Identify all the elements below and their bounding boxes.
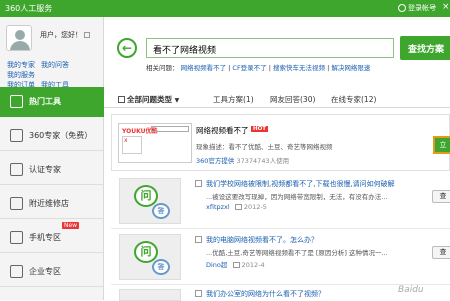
minimize-button[interactable]: – [432, 2, 437, 12]
answer-meta: Dino超 2012-4 [206, 261, 265, 269]
avatar[interactable] [6, 25, 32, 51]
monitor-icon [10, 129, 23, 142]
sidebar-item-360-expert[interactable]: 360专家（免费） [0, 121, 104, 151]
view-button[interactable]: 查 [432, 246, 450, 259]
solution-title[interactable]: 网络视频看不了 [196, 125, 249, 136]
sidebar-item-hot-tools[interactable]: 热门工具 [0, 87, 104, 117]
tab-all-types[interactable]: 全部问题类型 ▼ [118, 94, 179, 105]
link-my-service[interactable]: 我的服务 [7, 70, 35, 80]
filter-tabs: 全部问题类型 ▼ 工具方案(1) 网友回答(30) 在线专家(12) [104, 90, 450, 108]
tab-tools[interactable]: 工具方案(1) [213, 94, 254, 105]
link-my-qa[interactable]: 我的问答 [41, 60, 69, 70]
grid-icon [118, 96, 125, 103]
shop-icon [10, 197, 23, 210]
phone-icon [10, 231, 23, 244]
sidebar-item-mobile[interactable]: 手机专区 New [0, 222, 104, 253]
back-arrow-icon[interactable]: ← [117, 38, 137, 58]
featured-solution: YOUKU优酷 x 网络视频看不了 HOT 现象描述：看不了优酷、土豆、奇艺等网… [111, 114, 450, 171]
sidebar: 用户，您好！ 我的专家 我的问答 我的服务 我的订单 我的工具 热门工具 360… [0, 17, 104, 300]
checkbox[interactable] [195, 180, 202, 187]
qa-icon: 问答 [119, 234, 181, 280]
answer-title[interactable]: 我的电脑网络视频看不了。怎么办？ [206, 235, 318, 245]
related-questions: 相关问题： 网络视频看不了 | CF登录不了 | 搜索快车无法视频 | 解决网络… [146, 64, 371, 72]
tab-answers[interactable]: 网友回答(30) [270, 94, 315, 105]
solution-desc: 现象描述：看不了优酷、土豆、奇艺等网络视频 [196, 143, 333, 151]
answer-title[interactable]: 我们办公室的网络为什么看不了视频？ [206, 289, 325, 299]
home-icon [10, 95, 23, 108]
watermark: Baidu [398, 285, 424, 295]
related-link[interactable]: 网络视频看不了 [181, 64, 227, 72]
checkbox[interactable] [195, 236, 202, 243]
sidebar-item-certified-expert[interactable]: 认证专家 [0, 155, 104, 185]
checkbox[interactable] [195, 290, 202, 297]
hot-badge: HOT [251, 126, 269, 132]
person-icon [10, 163, 23, 176]
qa-icon [119, 289, 181, 301]
chevron-down-icon[interactable] [84, 32, 90, 38]
sidebar-item-repair-shops[interactable]: 附近维修店 [0, 189, 104, 219]
related-link[interactable]: CF登录不了 [232, 64, 266, 72]
close-icon[interactable]: × [442, 2, 450, 12]
building-icon [10, 265, 23, 278]
comment-icon [234, 204, 242, 210]
user-icon [398, 4, 406, 12]
tab-experts[interactable]: 在线专家(12) [331, 94, 376, 105]
greeting: 用户，您好！ [40, 30, 90, 40]
app-title: 360人工服务 [5, 4, 53, 13]
qa-icon: 问答 [119, 178, 181, 224]
answer-meta: xfitpzxl 2012-5 [206, 203, 267, 211]
solution-meta: 360官方提供 37374743人使用 [196, 157, 290, 165]
comment-icon [232, 262, 240, 268]
solution-thumbnail: YOUKU优酷 x [118, 123, 192, 163]
view-button[interactable]: 查 [432, 190, 450, 203]
fix-button[interactable]: 立 [433, 136, 450, 154]
account-link[interactable]: 登录帐号 [398, 3, 436, 13]
new-badge: New [62, 222, 80, 229]
list-item: 问答 我们学校网络被限制,视频都看不了,下载也很慢,请问如何破解 ...被设这要… [111, 176, 450, 229]
search-input[interactable]: 看不了网络视频 [146, 38, 394, 58]
related-link[interactable]: 搜索快车无法视频 [273, 64, 325, 72]
search-button[interactable]: 查找方案 [400, 36, 450, 60]
answer-title[interactable]: 我们学校网络被限制,视频都看不了,下载也很慢,请问如何破解 [206, 179, 395, 189]
answer-body: ...优酷,土豆,奇艺等网络视频看不了是 [原因分析] 这种情况一... [206, 249, 388, 257]
related-link[interactable]: 解决网络限速 [331, 64, 370, 72]
sidebar-item-enterprise[interactable]: 企业专区 [0, 257, 104, 287]
chevron-down-icon: ▼ [174, 97, 180, 104]
link-my-experts[interactable]: 我的专家 [7, 60, 35, 70]
answer-body: ...被设这要改写现掉，因为网络带宽限制，无法，有没有办法... [206, 193, 388, 201]
title-bar: 360人工服务 登录帐号 – × [0, 0, 450, 17]
list-item: 问答 我的电脑网络视频看不了。怎么办？ ...优酷,土豆,奇艺等网络视频看不了是… [111, 232, 450, 285]
